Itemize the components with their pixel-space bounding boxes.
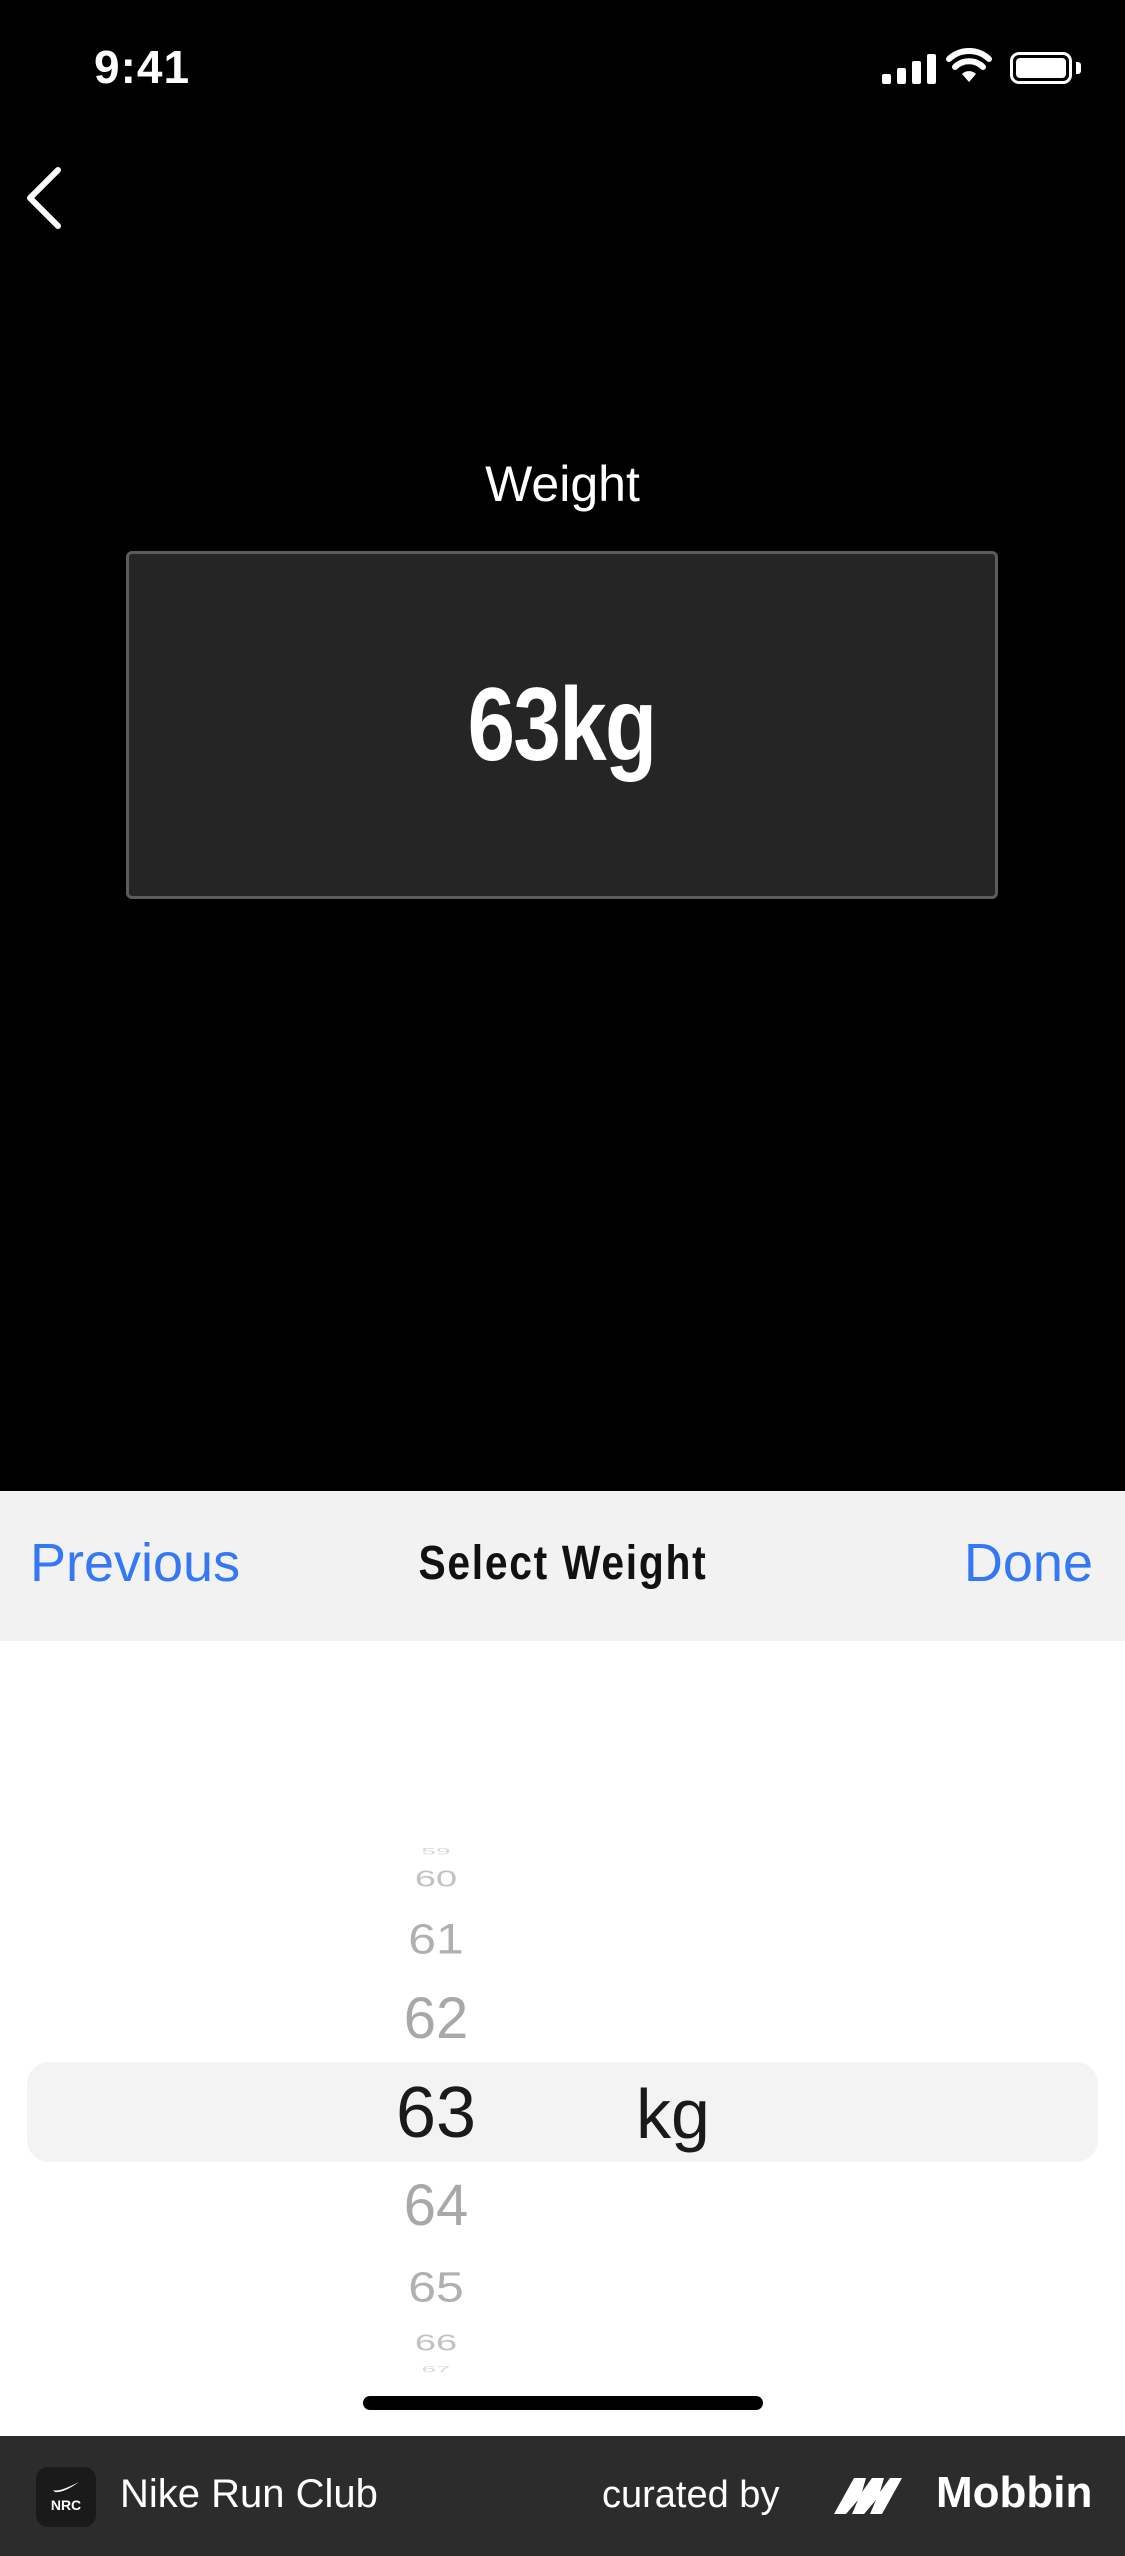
home-indicator[interactable] [363, 2396, 763, 2410]
toolbar-title: Select Weight [0, 1536, 1125, 1591]
picker-item[interactable]: 66 [326, 2331, 546, 2357]
app-icon: NRC [36, 2467, 96, 2527]
picker-unit: kg [636, 2075, 710, 2153]
mobbin-logo-icon [832, 2474, 922, 2523]
done-button[interactable]: Done [964, 1532, 1093, 1594]
back-chevron-icon [27, 167, 61, 229]
weight-label: Weight [485, 456, 640, 512]
picker-item[interactable]: 61 [326, 1914, 546, 1963]
app-name: Nike Run Club [120, 2472, 378, 2516]
picker-item[interactable]: 65 [326, 2262, 546, 2311]
weight-picker[interactable] [0, 1641, 1125, 2436]
mobbin-brand: Mobbin [936, 2468, 1093, 2517]
app-icon-text: NRC [50, 2497, 82, 2513]
picker-selection-highlight [27, 2062, 1098, 2162]
picker-item[interactable]: 67 [326, 2365, 546, 2374]
picker-item[interactable]: 60 [326, 1867, 546, 1893]
battery-tip [1076, 62, 1081, 74]
weight-field[interactable]: 63kg [126, 551, 998, 899]
signal-icon [882, 52, 936, 84]
curated-by-label: curated by [602, 2474, 780, 2516]
battery-icon [1010, 52, 1072, 84]
nike-swoosh-icon [53, 2482, 79, 2493]
picker-item[interactable]: 64 [326, 2172, 546, 2239]
status-time: 9:41 [94, 41, 191, 93]
weight-value: 63kg [468, 666, 657, 783]
toolbar-title-text: Select Weight [418, 1537, 707, 1590]
picker-selected-value[interactable]: 63 [326, 2072, 546, 2154]
picker-item[interactable]: 59 [326, 1846, 546, 1857]
picker-item[interactable]: 62 [326, 1985, 546, 2052]
back-button[interactable] [20, 160, 70, 235]
wifi-icon [946, 48, 992, 89]
